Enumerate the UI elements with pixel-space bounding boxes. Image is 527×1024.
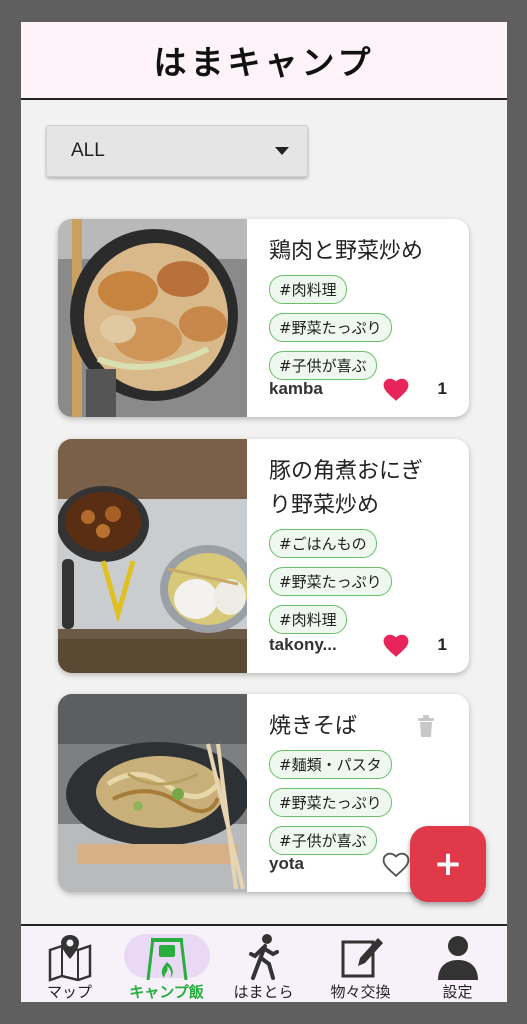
post-photo	[58, 219, 247, 417]
like-count: 1	[437, 379, 447, 398]
category-filter-dropdown[interactable]: ALL	[46, 125, 308, 177]
dropdown-caret-icon	[275, 147, 289, 155]
tag-chip[interactable]: #ごはんもの	[269, 529, 377, 558]
app-screen: はまキャンプ ALL 鶏肉と野菜炒め #肉料理 #野菜たっぷり #子供が喜ぶ k…	[21, 22, 507, 1002]
walking-person-icon	[248, 934, 279, 980]
tag-chip[interactable]: #肉料理	[269, 275, 347, 304]
nav-item-barter[interactable]: 物々交換	[312, 926, 409, 1002]
post-card[interactable]: 豚の角煮おにぎ り野菜炒め #ごはんもの #野菜たっぷり #肉料理 takony.…	[58, 439, 469, 673]
post-title: 鶏肉と野菜炒め	[269, 239, 424, 264]
nav-label: キャンプ飯	[129, 983, 204, 1001]
user-settings-icon	[437, 936, 478, 980]
app-title: はまキャンプ	[153, 43, 375, 82]
edit-note-icon	[341, 938, 383, 978]
nav-item-camp-food[interactable]: キャンプ飯	[118, 926, 215, 1002]
post-username: kamba	[269, 379, 323, 398]
post-photo	[58, 694, 247, 892]
tag-chip[interactable]: #野菜たっぷり	[269, 313, 392, 342]
nav-label: はまとら	[233, 983, 294, 1001]
nav-item-settings[interactable]: 設定	[409, 926, 506, 1002]
nav-label: 物々交換	[330, 983, 391, 1001]
nav-item-map[interactable]: マップ	[21, 926, 118, 1002]
heart-filled-icon[interactable]	[381, 632, 411, 658]
tag-chip[interactable]: #野菜たっぷり	[269, 567, 392, 596]
nav-item-hamatora[interactable]: はまとら	[215, 926, 312, 1002]
filter-selected-value: ALL	[71, 140, 105, 161]
nav-label: マップ	[46, 983, 92, 1001]
post-card[interactable]: 焼きそば #麺類・パスタ #野菜たっぷり #子供が喜ぶ yota	[58, 694, 469, 892]
campfire-cooking-icon	[146, 937, 187, 981]
post-username: takony...	[269, 635, 337, 654]
post-footer: takony... 1	[269, 632, 447, 658]
post-tags: #肉料理 #野菜たっぷり #子供が喜ぶ	[269, 275, 455, 389]
post-footer: kamba 1	[269, 376, 447, 402]
post-tags: #ごはんもの #野菜たっぷり #肉料理	[269, 529, 455, 643]
tag-chip[interactable]: #麺類・パスタ	[269, 750, 392, 779]
tag-chip[interactable]: #肉料理	[269, 605, 347, 634]
nav-label: 設定	[442, 983, 473, 1001]
heart-outline-icon[interactable]	[381, 851, 411, 877]
post-photo	[58, 439, 247, 673]
tag-chip[interactable]: #野菜たっぷり	[269, 788, 392, 817]
post-username: yota	[269, 854, 304, 873]
like-count: 1	[437, 635, 447, 654]
app-bar: はまキャンプ	[21, 22, 507, 100]
bottom-navigation: マップ キャンプ飯 はまとら 物々交換 設定	[21, 924, 507, 1002]
add-post-button[interactable]: +	[410, 826, 486, 902]
heart-filled-icon[interactable]	[381, 376, 411, 402]
post-card[interactable]: 鶏肉と野菜炒め #肉料理 #野菜たっぷり #子供が喜ぶ kamba 1	[58, 219, 469, 417]
trash-icon[interactable]	[417, 714, 435, 738]
map-icon	[48, 935, 91, 982]
post-title: 豚の角煮おにぎ り野菜炒め	[269, 459, 424, 518]
